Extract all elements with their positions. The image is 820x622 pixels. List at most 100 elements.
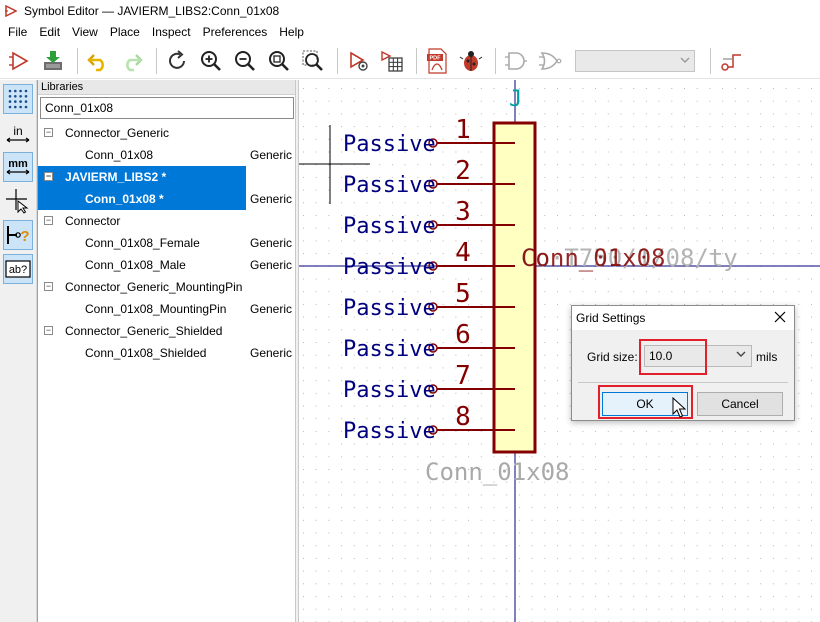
svg-text:mm: mm	[8, 158, 28, 170]
tree-symbol-row[interactable]: Conn_01x08 Generic	[38, 144, 296, 166]
dialog-titlebar: Grid Settings	[572, 306, 794, 330]
toolbar-separator	[337, 47, 338, 74]
toolbar-separator	[495, 47, 496, 74]
value-field[interactable]: Conn_01x08	[425, 458, 570, 486]
pin-table-icon[interactable]	[377, 46, 407, 76]
collapse-icon[interactable]: −	[44, 128, 53, 137]
symbol-name: Conn_01x08_MountingPin	[85, 302, 227, 316]
tree-symbol-row[interactable]: Conn_01x08_MountingPin Generic	[38, 298, 296, 320]
grid-units-label: mils	[756, 350, 778, 364]
symbol-description: Generic	[250, 192, 293, 206]
pin-electrical-type: Passive	[343, 173, 436, 198]
symbol-name: Conn_01x08_Male	[85, 258, 186, 272]
main-toolbar: PDF	[0, 43, 820, 79]
toolbar-separator	[416, 47, 417, 74]
pin-electrical-type: Passive	[343, 378, 436, 403]
collapse-icon[interactable]: −	[44, 216, 53, 225]
library-name: Connector_Generic_MountingPin	[65, 280, 243, 294]
refresh-icon[interactable]	[162, 46, 192, 76]
menu-place[interactable]: Place	[104, 25, 146, 39]
de-morgan-alternate-icon[interactable]	[535, 46, 565, 76]
symbol-name: Conn_01x08_Female	[85, 236, 200, 250]
zoom-in-icon[interactable]	[196, 46, 226, 76]
library-tree: − Connector_Generic Conn_01x08 Generic −…	[38, 122, 296, 364]
undo-icon[interactable]	[83, 46, 113, 76]
tree-library-row[interactable]: − Connector_Generic_MountingPin	[38, 276, 296, 298]
library-name: Connector	[65, 214, 121, 228]
pin-electrical-type-icon[interactable]: ?	[3, 220, 33, 250]
tree-library-row[interactable]: − Connector_Generic_Shielded	[38, 320, 296, 342]
pin-electrical-type: Passive	[343, 255, 436, 280]
pin-number: 8	[455, 402, 471, 432]
pin-electrical-type: Passive	[343, 214, 436, 239]
toolbar-separator	[77, 47, 78, 74]
text-field-icon[interactable]: ab?	[3, 254, 33, 284]
toolbar-separator	[156, 47, 157, 74]
pin-number: 3	[455, 197, 471, 227]
title-bar: Symbol Editor — JAVIERM_LIBS2:Conn_01x08	[0, 0, 820, 22]
close-icon[interactable]	[772, 309, 788, 325]
tree-symbol-row[interactable]: Conn_01x08_Shielded Generic	[38, 342, 296, 364]
units-mm-icon[interactable]: mm	[3, 152, 33, 182]
fullscreen-cursor-icon[interactable]	[3, 186, 33, 216]
redo-icon[interactable]	[117, 46, 147, 76]
de-morgan-standard-icon[interactable]	[501, 46, 531, 76]
svg-text:?: ?	[20, 228, 29, 245]
zoom-selection-icon[interactable]	[298, 46, 328, 76]
dialog-divider	[578, 382, 788, 383]
menu-view[interactable]: View	[66, 25, 104, 39]
unit-select-combo[interactable]	[575, 49, 695, 72]
tree-symbol-row[interactable]: Conn_01x08_Female Generic	[38, 232, 296, 254]
symbol-description: Generic	[250, 302, 293, 316]
pin-electrical-type: Passive	[343, 296, 436, 321]
toolbar-separator	[710, 47, 711, 74]
menu-preferences[interactable]: Preferences	[197, 25, 274, 39]
tree-library-row-selected[interactable]: − JAVIERM_LIBS2 *	[38, 166, 246, 188]
symbol-name: Conn_01x08_Shielded	[85, 346, 207, 360]
pin-number: 6	[455, 320, 471, 350]
collapse-icon[interactable]: −	[44, 172, 53, 181]
dialog-title: Grid Settings	[576, 311, 646, 325]
pin-number: 5	[455, 279, 471, 309]
export-pdf-icon[interactable]: PDF	[422, 46, 452, 76]
grid-toggle-icon[interactable]	[3, 84, 33, 114]
pin-number: 7	[455, 361, 471, 391]
library-search-input[interactable]	[40, 97, 294, 119]
grid-size-label: Grid size:	[587, 350, 638, 364]
reference-field[interactable]: J	[509, 87, 522, 112]
tree-library-row[interactable]: − Connector	[38, 210, 296, 232]
cancel-button[interactable]: Cancel	[697, 392, 783, 416]
zoom-out-icon[interactable]	[230, 46, 260, 76]
pin-ref-icon[interactable]	[716, 46, 746, 76]
mouse-cursor-icon	[672, 396, 687, 422]
library-name: Connector_Generic_Shielded	[65, 324, 223, 338]
pin-number: 2	[455, 156, 471, 186]
value-field-overlap[interactable]: Conn_01x08	[521, 244, 666, 272]
symbol-description: Generic	[250, 148, 293, 162]
library-name: Connector_Generic	[65, 126, 170, 140]
menu-inspect[interactable]: Inspect	[146, 25, 197, 39]
tree-symbol-row-selected[interactable]: Conn_01x08 * Generic	[38, 188, 292, 210]
menu-file[interactable]: File	[2, 25, 33, 39]
tree-library-row[interactable]: − Connector_Generic	[38, 122, 296, 144]
collapse-icon[interactable]: −	[44, 326, 53, 335]
symbol-body[interactable]	[492, 121, 537, 454]
libraries-header: Libraries	[38, 80, 295, 95]
symbol-editor-window: Symbol Editor — JAVIERM_LIBS2:Conn_01x08…	[0, 0, 820, 622]
menu-help[interactable]: Help	[273, 25, 310, 39]
check-icon[interactable]	[456, 46, 486, 76]
collapse-icon[interactable]: −	[44, 282, 53, 291]
pin-number: 4	[455, 238, 471, 268]
symbol-name: Conn_01x08	[85, 148, 154, 162]
app-logo-icon	[4, 4, 18, 18]
save-icon[interactable]	[38, 46, 68, 76]
units-inch-icon[interactable]: in	[3, 120, 33, 150]
menu-bar: File Edit View Place Inspect Preferences…	[0, 22, 820, 42]
tree-symbol-row[interactable]: Conn_01x08_Male Generic	[38, 254, 296, 276]
new-symbol-icon[interactable]	[4, 46, 34, 76]
symbol-description: Generic	[250, 258, 293, 272]
zoom-fit-icon[interactable]	[264, 46, 294, 76]
symbol-properties-icon[interactable]	[343, 46, 373, 76]
menu-edit[interactable]: Edit	[33, 25, 66, 39]
left-toolbar: in mm ? ab?	[0, 80, 37, 622]
